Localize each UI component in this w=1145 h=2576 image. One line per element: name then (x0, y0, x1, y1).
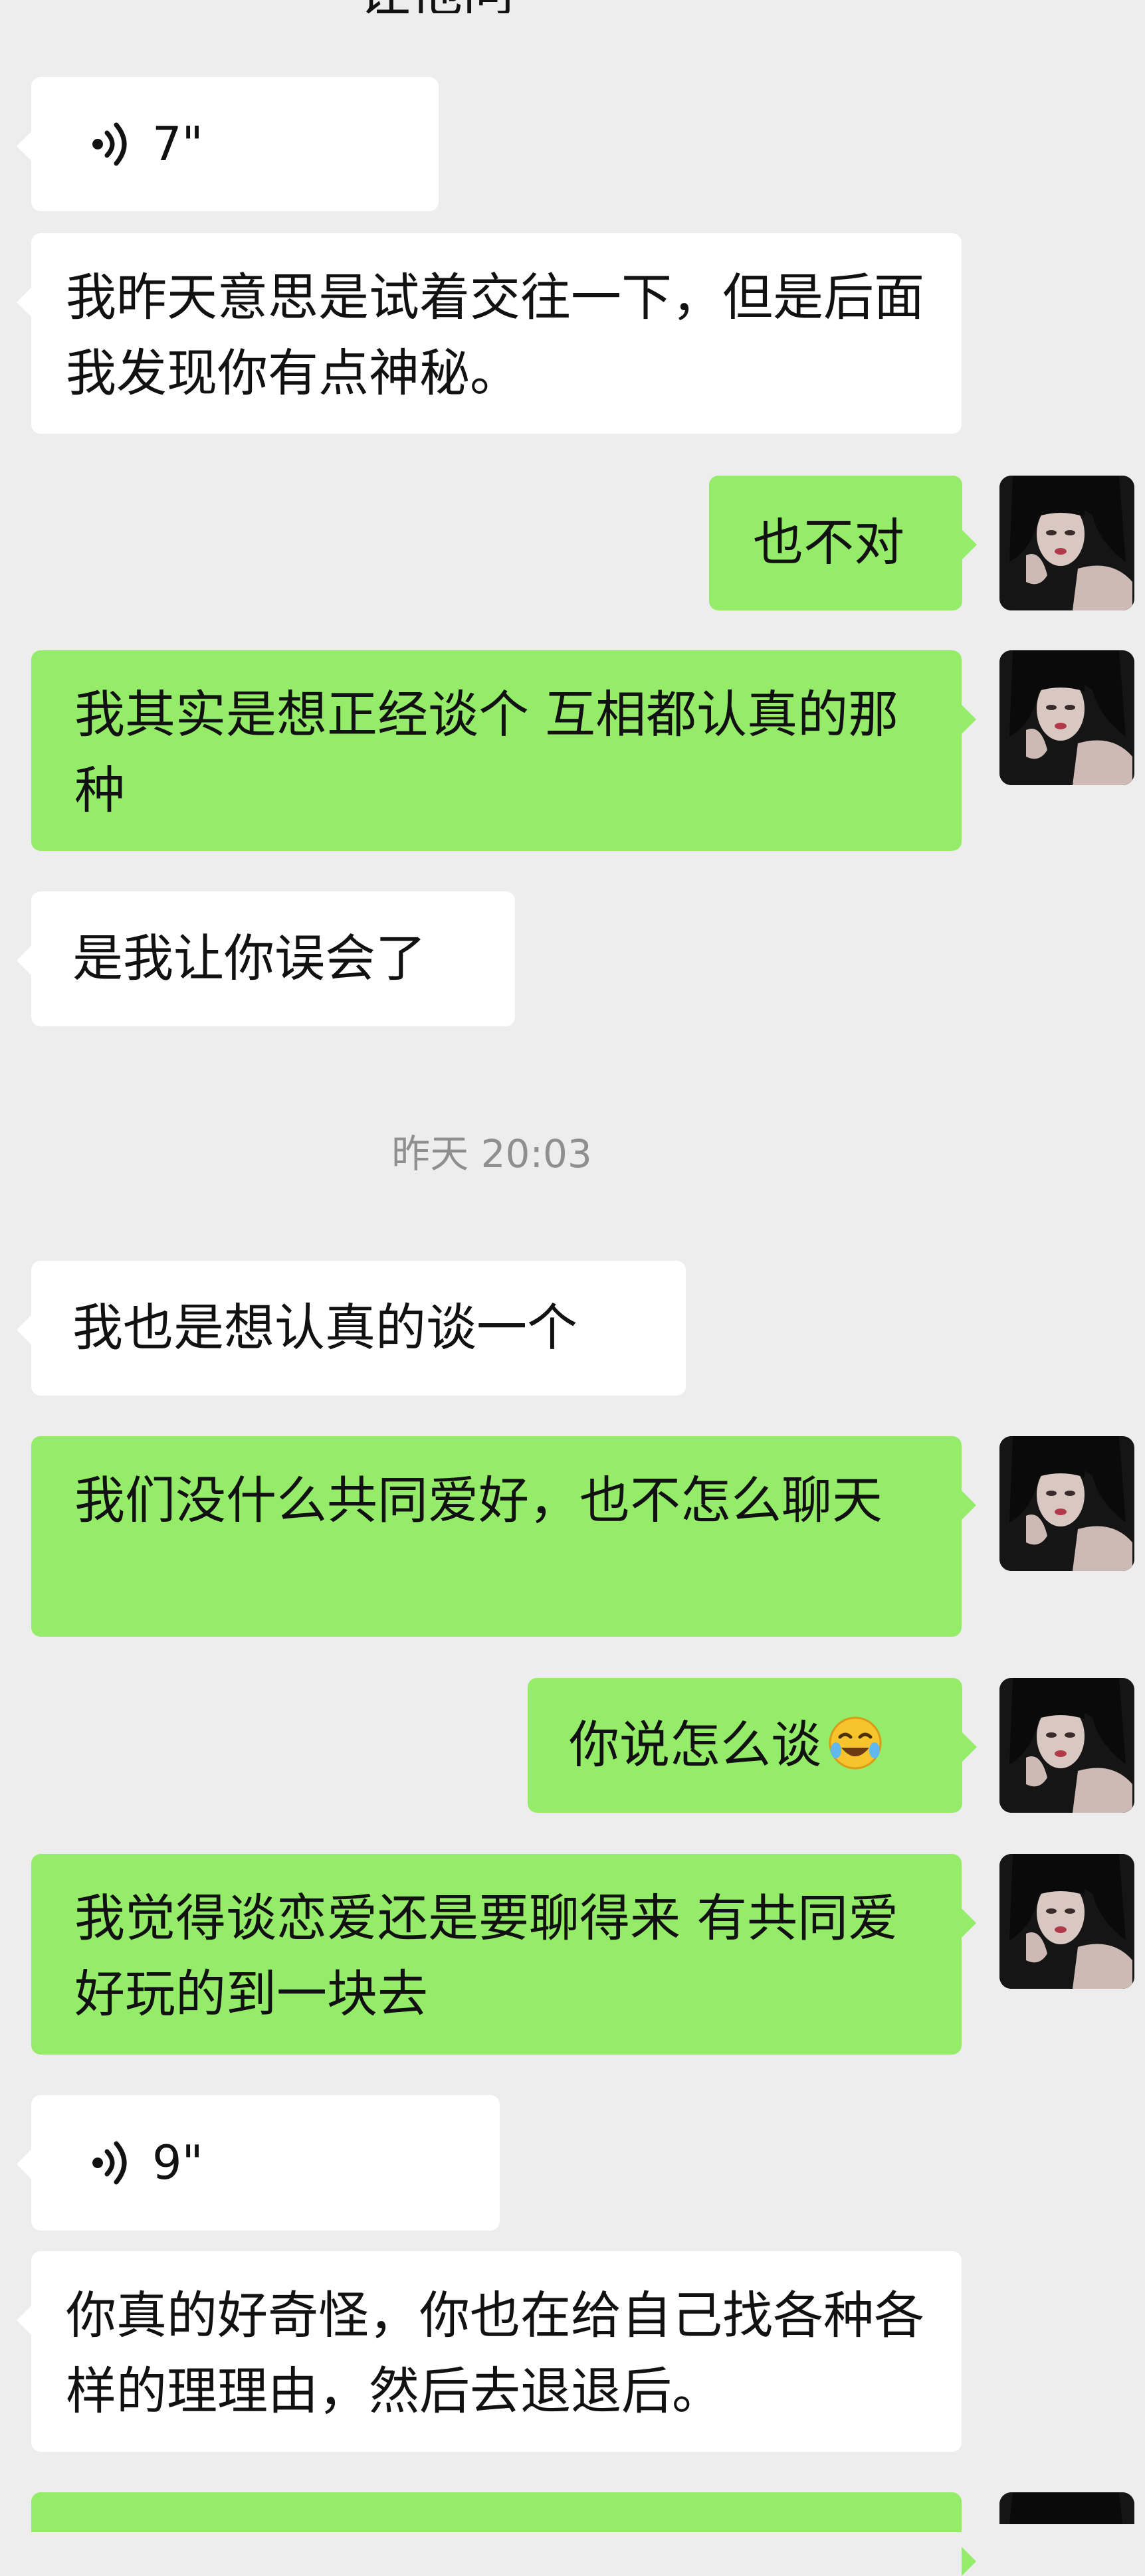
message-bubble[interactable]: 你真的好奇怪，你也在给自己找各种各样的理理由，然后去退退后。 (17, 2251, 962, 2452)
message-bubble[interactable]: 也不对 (709, 476, 977, 610)
avatar[interactable] (999, 1436, 1134, 1571)
avatar[interactable] (999, 650, 1134, 785)
message-text: 我其实是想正经谈个 互相都认真的那种 (74, 685, 899, 820)
message-bubble[interactable]: 我们没什么共同爱好，也不怎么聊天 (31, 1436, 976, 1637)
message-text: 也不对 (753, 513, 904, 572)
message-bubble[interactable]: 我昨天意思是试着交往一下，但是后面我发现你有点神秘。 (17, 233, 962, 434)
avatar-image (999, 650, 1134, 785)
chat-title-fragment: 让他问 (359, 0, 638, 13)
avatar[interactable] (999, 476, 1134, 610)
voice-message[interactable]: 9" (17, 2095, 500, 2231)
message-text: 我也是想认真的谈一个 (72, 1298, 577, 1357)
timestamp-divider: 昨天 20:03 (391, 1131, 592, 1176)
avatar[interactable] (999, 1854, 1134, 1989)
laughing-crying-emoji (829, 1716, 882, 1770)
message-bubble[interactable]: 是我让你误会了 (17, 891, 515, 1026)
avatar[interactable] (999, 2492, 1134, 2524)
message-bubble[interactable]: 我也是想认真的谈一个 (17, 1261, 686, 1396)
message-text: 我觉得谈恋爱还是要聊得来 有共同爱好玩的到一块去 (74, 1888, 899, 2023)
voice-icon (92, 2141, 127, 2185)
voice-duration: 9" (152, 2136, 203, 2190)
avatar-image (999, 1436, 1134, 1571)
message-bubble[interactable]: 我觉得谈恋爱还是要聊得来 有共同爱好玩的到一块去 (31, 1854, 976, 2055)
message-text: 是我让你误会了 (72, 929, 426, 988)
voice-icon (92, 122, 127, 166)
avatar-image (999, 476, 1134, 610)
partial-message-bubble[interactable] (31, 2492, 976, 2576)
message-text-content: 你说怎么谈 (569, 1715, 821, 1774)
message-text: 你真的好奇怪，你也在给自己找各种各样的理理由，然后去退退后。 (66, 2286, 924, 2421)
voice-duration: 7" (152, 117, 203, 171)
voice-message[interactable]: 7" (17, 77, 439, 211)
avatar-image (999, 1854, 1134, 1989)
message-bubble[interactable]: 我其实是想正经谈个 互相都认真的那种 (31, 650, 976, 851)
avatar-image (999, 2492, 1134, 2524)
message-text: 你说怎么谈 (569, 1707, 962, 1783)
message-bubble[interactable]: 你说怎么谈 (528, 1678, 977, 1813)
avatar[interactable] (999, 1678, 1134, 1813)
avatar-image (999, 1678, 1134, 1813)
message-text: 我昨天意思是试着交往一下，但是后面我发现你有点神秘。 (66, 268, 924, 403)
message-text: 我们没什么共同爱好，也不怎么聊天 (74, 1471, 883, 1530)
